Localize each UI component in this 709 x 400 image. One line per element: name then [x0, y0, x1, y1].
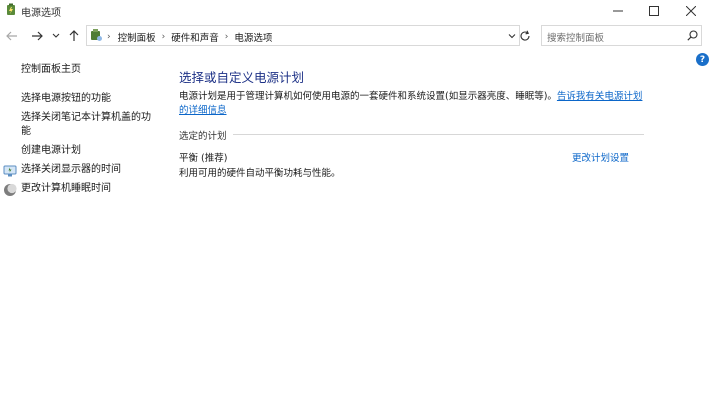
back-arrow-icon [6, 31, 17, 41]
title-bar: 电源选项 [0, 0, 709, 22]
recent-locations-button[interactable] [49, 24, 63, 48]
up-arrow-icon [69, 30, 79, 41]
breadcrumb-separator-icon: › [107, 32, 111, 42]
refresh-icon [520, 30, 530, 41]
maximize-button[interactable] [636, 0, 672, 22]
breadcrumb-hardware-sound[interactable]: 硬件和声音 [171, 30, 219, 44]
sidebar-item-lid-close-line2[interactable]: 能 [21, 125, 31, 139]
display-power-icon [3, 165, 17, 177]
page-title: 选择或自定义电源计划 [179, 70, 305, 85]
close-button[interactable] [673, 0, 709, 22]
description-text: 电源计划是用于管理计算机如何使用电源的一套硬件和系统设置(如显示器亮度、睡眠等)… [179, 91, 557, 102]
breadcrumb-control-panel[interactable]: 控制面板 [118, 30, 156, 44]
forward-arrow-icon [32, 31, 43, 41]
forward-button[interactable] [28, 24, 46, 48]
page-description: 电源计划是用于管理计算机如何使用电源的一套硬件和系统设置(如显示器亮度、睡眠等)… [179, 90, 649, 117]
back-button[interactable] [3, 24, 21, 48]
minimize-button[interactable] [600, 0, 636, 22]
section-divider [233, 134, 644, 135]
maximize-icon [649, 6, 659, 16]
breadcrumb-separator-icon[interactable]: › [162, 32, 166, 42]
breadcrumb: › 控制面板 › 硬件和声音 › 电源选项 [107, 30, 272, 44]
plan-description: 利用可用的硬件自动平衡功耗与性能。 [179, 168, 341, 179]
sidebar-item-power-button[interactable]: 选择电源按钮的功能 [21, 92, 111, 106]
up-button[interactable] [65, 24, 83, 48]
close-icon [686, 6, 696, 16]
address-bar[interactable]: › 控制面板 › 硬件和声音 › 电源选项 [86, 25, 520, 46]
control-panel-icon [91, 29, 102, 41]
search-placeholder[interactable]: 搜索控制面板 [547, 30, 604, 44]
change-plan-settings-link[interactable]: 更改计划设置 [572, 150, 629, 164]
power-options-icon [7, 3, 15, 15]
navigation-bar: › 控制面板 › 硬件和声音 › 电源选项 搜索控制面板 [0, 24, 709, 50]
minimize-icon [613, 10, 623, 12]
search-icon[interactable] [687, 30, 698, 41]
sidebar-item-create-plan[interactable]: 创建电源计划 [21, 144, 81, 158]
sidebar-item-control-panel-home[interactable]: 控制面板主页 [21, 63, 81, 77]
plan-name: 平衡 (推荐) [179, 153, 228, 164]
sidebar-item-lid-close[interactable]: 选择关闭笔记本计算机盖的功 [21, 111, 151, 125]
refresh-button[interactable] [516, 27, 534, 45]
window-title: 电源选项 [21, 8, 61, 19]
sidebar-item-sleep-time[interactable]: 更改计算机睡眠时间 [21, 182, 111, 196]
selected-plan-section-label: 选定的计划 [179, 131, 227, 142]
breadcrumb-separator-icon[interactable]: › [225, 32, 229, 42]
search-box[interactable]: 搜索控制面板 [541, 25, 702, 46]
moon-sleep-icon [4, 183, 17, 196]
recent-dropdown-icon [52, 33, 60, 38]
sidebar-item-display-off-time[interactable]: 选择关闭显示器的时间 [21, 163, 121, 177]
help-icon[interactable]: ? [696, 53, 709, 66]
breadcrumb-power-options[interactable]: 电源选项 [234, 30, 272, 44]
